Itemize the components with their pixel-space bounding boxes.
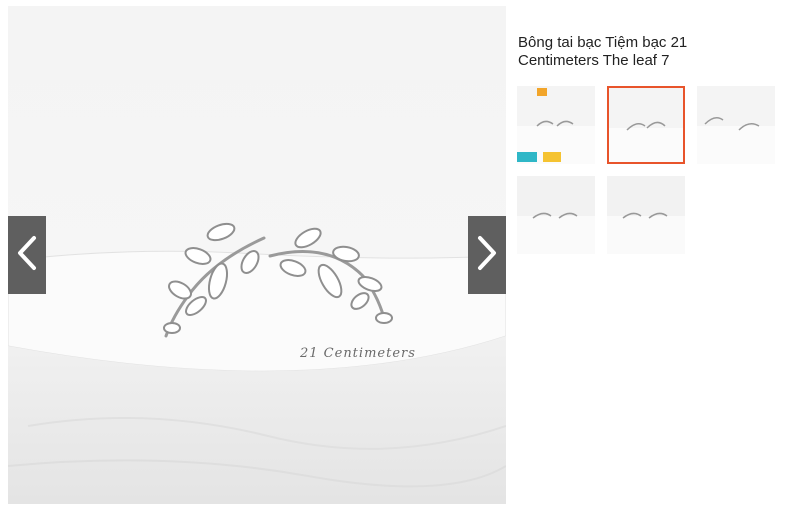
thumbnail-5-image: [607, 176, 685, 254]
thumbnail-2[interactable]: [607, 86, 685, 164]
previous-image-button[interactable]: [8, 216, 46, 294]
chevron-left-icon: [16, 235, 38, 276]
thumbnail-1-image: [517, 86, 595, 164]
earrings-photo: [8, 6, 506, 504]
main-product-image: 21 Centimeters: [8, 6, 506, 504]
brand-mark: 21 Centimeters: [300, 346, 416, 361]
product-title: Bông tai bạc Tiệm bạc 21 Centimeters The…: [518, 34, 688, 69]
thumbnail-5[interactable]: [607, 176, 685, 254]
thumbnail-3[interactable]: [697, 86, 775, 164]
thumbnail-2-image: [609, 88, 683, 162]
next-image-button[interactable]: [468, 216, 506, 294]
thumbnail-3-image: [697, 86, 775, 164]
thumbnail-4-image: [517, 176, 595, 254]
thumbnail-4[interactable]: [517, 176, 595, 254]
chevron-right-icon: [476, 235, 498, 276]
thumbnail-1[interactable]: [517, 86, 595, 164]
